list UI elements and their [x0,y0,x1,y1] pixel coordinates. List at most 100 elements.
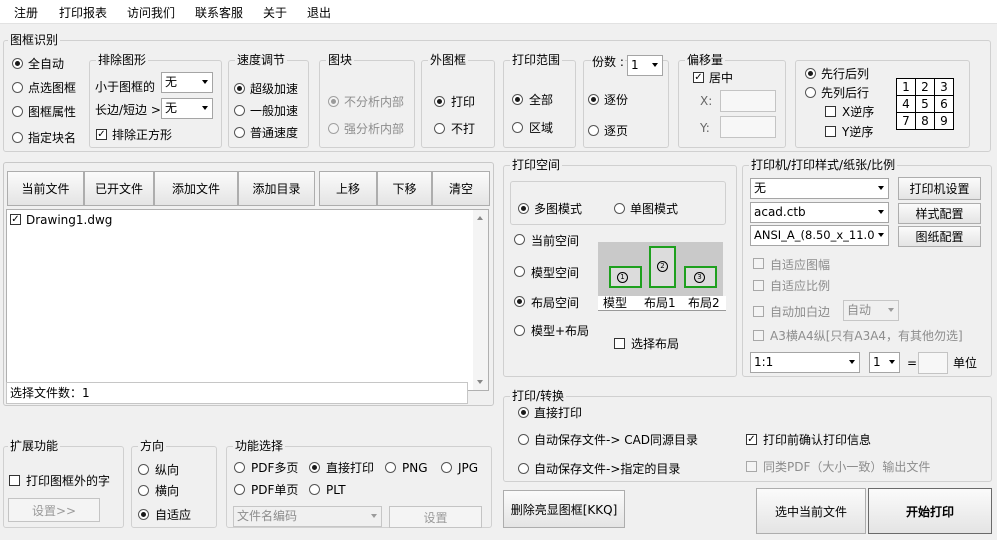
mode-block-radio[interactable] [12,132,23,143]
encoding-select[interactable]: 文件名编码 [233,506,382,527]
auto-orient-radio[interactable] [138,509,149,520]
save-custom-dir-radio[interactable] [518,463,529,474]
menu-exit[interactable]: 退出 [307,4,331,21]
outer-noprint-radio[interactable] [434,123,445,134]
mode-auto-radio[interactable] [12,58,23,69]
pdf-single-radio[interactable] [234,484,245,495]
move-down-button[interactable]: 下移 [377,171,432,206]
speed-normal-radio[interactable] [234,105,245,116]
space-layout-radio[interactable] [514,296,525,307]
mode-pick-radio[interactable] [12,82,23,93]
file-list-scrollbar[interactable] [473,210,488,390]
file-item-name[interactable]: Drawing1.dwg [26,213,112,227]
file-count-label: 选择文件数：1 [10,386,90,400]
tab-layout2[interactable]: 布局2 [688,296,720,310]
order-row-first-label: 先行后列 [821,67,870,81]
png-radio[interactable] [385,462,396,473]
file-list[interactable] [6,209,489,391]
plt-label: PLT [326,483,346,497]
clear-button[interactable]: 清空 [432,171,490,206]
confirm-print-checkbox[interactable]: ✓ [746,434,757,445]
pdf-multi-radio[interactable] [234,462,245,473]
move-up-button[interactable]: 上移 [319,171,377,206]
exclude-smaller-select[interactable]: 无 [161,72,213,93]
exclude-ratio-label: 长边/短边 > [95,103,161,117]
menu-contact-support[interactable]: 联系客服 [195,4,243,21]
same-pdf-checkbox[interactable] [746,461,757,472]
func-direct-print-radio[interactable] [309,462,320,473]
range-area-radio[interactable] [512,122,523,133]
remove-highlight-button[interactable]: 删除亮显图框[KKQ] [503,490,625,528]
tab-layout1[interactable]: 布局1 [644,296,676,310]
order-col-first-radio[interactable] [805,87,816,98]
speed-super-radio[interactable] [234,83,245,94]
offset-x-input[interactable] [720,90,776,112]
unit-value-input[interactable] [918,352,948,374]
speed-plain-radio[interactable] [234,127,245,138]
current-file-button[interactable]: 当前文件 [7,171,84,206]
pdf-single-label: PDF单页 [251,483,299,497]
print-outside-text-checkbox[interactable] [9,475,20,486]
start-print-button[interactable]: 开始打印 [868,488,992,534]
space-current-radio[interactable] [514,234,525,245]
paper-select[interactable]: ANSI_A_(8.50_x_11.0 [750,225,889,246]
space-model-radio[interactable] [514,266,525,277]
function-settings-button[interactable]: 设置 [389,506,482,528]
select-current-file-button[interactable]: 选中当前文件 [756,488,866,534]
auto-margin-select[interactable]: 自动 [843,300,899,321]
adapt-frame-checkbox[interactable] [753,258,764,269]
space-model-layout-radio[interactable] [514,325,525,336]
block-strong-analyze-radio[interactable] [328,123,339,134]
mode-multi-radio[interactable] [518,203,529,214]
mode-single-radio[interactable] [614,203,625,214]
grid-cell: 5 [916,96,935,113]
direct-print-radio[interactable] [518,407,529,418]
style-config-button[interactable]: 样式配置 [898,203,981,224]
printer-select[interactable]: 无 [750,178,889,199]
opened-files-button[interactable]: 已开文件 [84,171,154,206]
exclude-square-checkbox[interactable]: ✓ [96,129,107,140]
printer-settings-button[interactable]: 打印机设置 [898,177,981,200]
landscape-radio[interactable] [138,485,149,496]
outer-print-radio[interactable] [434,96,445,107]
save-cad-dir-radio[interactable] [518,434,529,445]
copies-select[interactable]: 1 [627,55,663,76]
add-file-button[interactable]: 添加文件 [154,171,238,206]
a3a4-checkbox[interactable] [753,330,764,341]
extension-settings-button[interactable]: 设置>> [8,498,100,522]
order-row-first-radio[interactable] [805,68,816,79]
range-all-radio[interactable] [512,94,523,105]
order-y-reverse-checkbox[interactable] [825,126,836,137]
menu-register[interactable]: 注册 [14,4,38,21]
plt-radio[interactable] [309,484,320,495]
style-select[interactable]: acad.ctb [750,202,889,223]
paper-config-button[interactable]: 图纸配置 [898,226,981,247]
offset-center-checkbox[interactable]: ✓ [693,72,704,83]
mode-attr-radio[interactable] [12,106,23,117]
adapt-scale-checkbox[interactable] [753,280,764,291]
select-layout-checkbox[interactable] [614,338,625,349]
copies-collate-radio[interactable] [588,94,599,105]
menu-about[interactable]: 关于 [263,4,287,21]
copies-collate-label: 逐份 [604,93,629,107]
copies-page-radio[interactable] [588,125,599,136]
auto-margin-checkbox[interactable] [753,306,764,317]
file-item-checkbox[interactable]: ✓ [10,214,21,225]
exclude-title: 排除图形 [96,53,149,67]
scale-select[interactable]: 1:1 [750,352,860,373]
landscape-label: 横向 [155,484,180,498]
unit-select[interactable]: 1 [869,352,900,373]
outer-print-label: 打印 [451,95,476,109]
offset-y-input[interactable] [720,116,776,138]
jpg-radio[interactable] [441,462,452,473]
grid-cell: 2 [916,79,935,96]
portrait-radio[interactable] [138,464,149,475]
add-folder-button[interactable]: 添加目录 [238,171,315,206]
exclude-ratio-select[interactable]: 无 [161,98,213,119]
menu-visit-us[interactable]: 访问我们 [127,4,175,21]
menu-print-report[interactable]: 打印报表 [59,4,107,21]
tab-model[interactable]: 模型 [603,296,627,310]
order-x-reverse-checkbox[interactable] [825,106,836,117]
block-no-analyze-radio[interactable] [328,96,339,107]
extension-title: 扩展功能 [8,439,61,453]
